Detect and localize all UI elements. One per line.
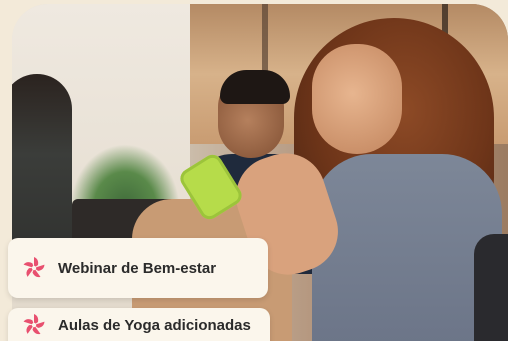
pinwheel-icon [20, 254, 48, 282]
card-label: Webinar de Bem-estar [58, 259, 217, 277]
photo-chair [474, 234, 508, 341]
pinwheel-icon [20, 311, 48, 339]
photo-man-hair [220, 70, 290, 104]
card-label: Aulas de Yoga adicionadas [58, 316, 251, 334]
promo-frame: Webinar de Bem-estar Aulas de Yoga adici… [0, 0, 508, 341]
photo-woman-face [312, 44, 402, 154]
notification-card-webinar: Webinar de Bem-estar [8, 238, 268, 298]
notification-card-yoga: Aulas de Yoga adicionadas [8, 308, 270, 341]
